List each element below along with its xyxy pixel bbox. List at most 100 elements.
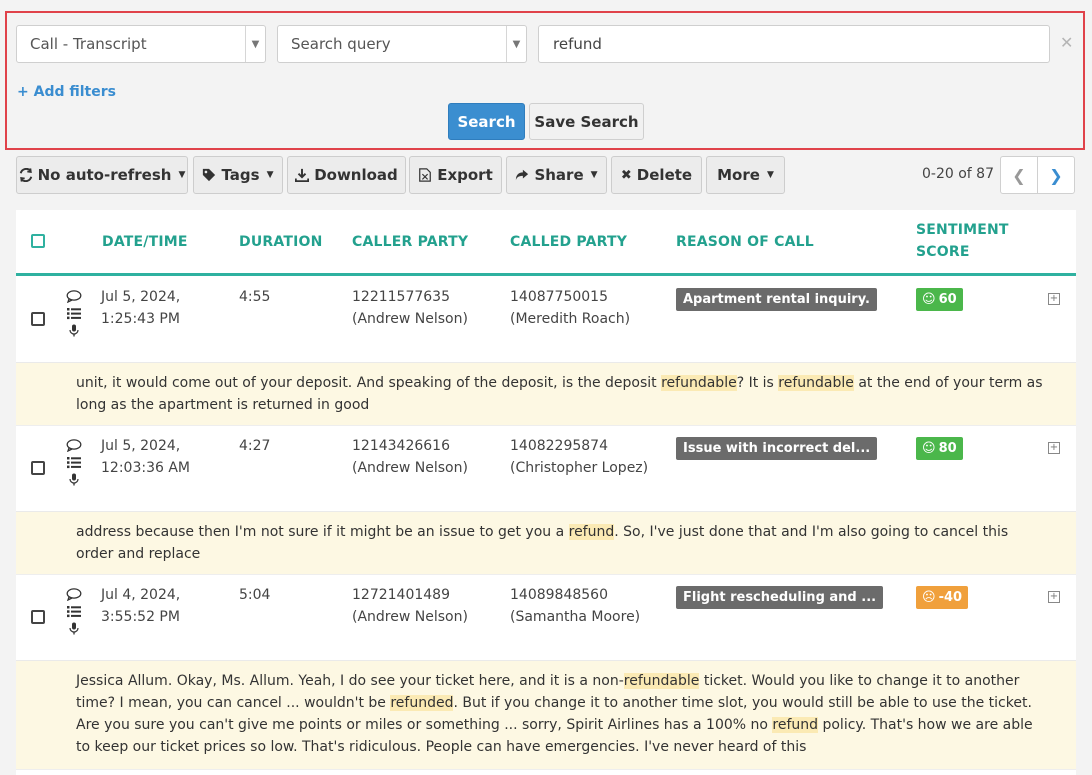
download-icon [295, 168, 310, 182]
table-row[interactable]: Jul 4, 2024, 3:55:52 PM 5:04 12721401489 (An… [16, 574, 1076, 661]
microphone-icon [69, 324, 79, 337]
table-header: DATE/TIME DURATION CALLER PARTY CALLED P… [16, 210, 1076, 276]
download-label: Download [314, 166, 398, 184]
expand-icon[interactable]: + [1048, 591, 1060, 603]
highlight-match: refundable [778, 375, 854, 391]
caret-down-icon: ▼ [178, 170, 186, 180]
add-filters-link[interactable]: + Add filters [17, 84, 116, 100]
caller-number: 12143426616 [352, 438, 450, 454]
auto-refresh-button[interactable]: No auto-refresh ▼ [16, 156, 188, 194]
sentiment-face-icon: ☺ [922, 292, 936, 307]
calls-table: DATE/TIME DURATION CALLER PARTY CALLED P… [16, 210, 1076, 775]
sentiment-face-icon: ☺ [922, 441, 936, 456]
called-number: 14082295874 [510, 438, 608, 454]
save-search-button[interactable]: Save Search [529, 103, 644, 140]
file-excel-icon [419, 168, 432, 182]
row-time: 12:03:36 AM [101, 460, 190, 476]
row-duration: 4:55 [239, 289, 271, 305]
sentiment-value: -40 [938, 590, 963, 605]
add-filters-label: Add filters [33, 84, 116, 100]
tag-icon [203, 168, 216, 182]
expand-icon[interactable]: + [1048, 442, 1060, 454]
header-duration[interactable]: DURATION [239, 234, 323, 250]
share-label: Share [534, 166, 584, 184]
reason-badge: Apartment rental inquiry. [676, 288, 877, 311]
next-page-button[interactable]: ❯ [1037, 156, 1075, 194]
search-panel: Call - Transcript ▼ Search query ▼ ✕ + A… [5, 11, 1085, 150]
more-button[interactable]: More ▼ [706, 156, 785, 194]
row-checkbox[interactable] [31, 610, 45, 624]
transcript-snippet: Jessica Allum. Okay, Ms. Allum. Yeah, I … [16, 661, 1076, 770]
delete-button[interactable]: ✖ Delete [611, 156, 702, 194]
snippet-text: ? It is [736, 375, 779, 391]
comment-icon [66, 439, 82, 452]
snippet-text: Jessica Allum. Okay, Ms. Allum. Yeah, I … [76, 673, 624, 689]
sentiment-face-icon: ☹ [922, 590, 936, 605]
row-date: Jul 4, 2024, [101, 587, 181, 603]
search-type-select[interactable]: Call - Transcript ▼ [16, 25, 266, 63]
search-input[interactable] [538, 25, 1050, 63]
caller-name: (Andrew Nelson) [352, 460, 468, 476]
row-datetime: Jul 5, 2024, 1:25:43 PM [101, 286, 180, 330]
row-checkbox[interactable] [31, 461, 45, 475]
table-row[interactable]: Jul 5, 2024, 12:03:36 AM 4:27 12143426616 (A… [16, 425, 1076, 512]
download-button[interactable]: Download [287, 156, 406, 194]
highlight-match: refund [772, 717, 819, 733]
header-sentiment-line1[interactable]: SENTIMENT [916, 222, 1009, 238]
row-icons [66, 290, 82, 341]
sentiment-badge: ☺ 60 [916, 288, 963, 311]
clear-icon[interactable]: ✕ [1060, 33, 1073, 52]
row-time: 3:55:52 PM [101, 609, 180, 625]
row-date: Jul 5, 2024, [101, 438, 181, 454]
table-row[interactable]: Jul 5, 2024, 1:25:43 PM 4:55 12211577635 (An… [16, 276, 1076, 363]
chevron-right-icon: ❯ [1049, 165, 1063, 185]
list-icon [67, 606, 81, 618]
search-field-value: Search query [291, 35, 391, 53]
share-button[interactable]: Share ▼ [506, 156, 607, 194]
header-caller-party[interactable]: CALLER PARTY [352, 234, 468, 250]
highlight-match: refund [568, 524, 615, 540]
expand-icon[interactable]: + [1048, 293, 1060, 305]
snippet-text: unit, it would come out of your deposit.… [76, 375, 662, 391]
row-called: 14087750015 (Meredith Roach) [510, 286, 630, 330]
caller-name: (Andrew Nelson) [352, 609, 468, 625]
tags-button[interactable]: Tags ▼ [193, 156, 283, 194]
header-reason[interactable]: REASON OF CALL [676, 234, 814, 250]
more-label: More [717, 166, 760, 184]
export-button[interactable]: Export [409, 156, 502, 194]
caller-name: (Andrew Nelson) [352, 311, 468, 327]
snippet-text: address because then I'm not sure if it … [76, 524, 569, 540]
plus-icon: + [17, 84, 29, 100]
row-duration: 5:04 [239, 587, 271, 603]
close-icon: ✖ [620, 167, 632, 183]
search-field-select[interactable]: Search query ▼ [277, 25, 527, 63]
reason-badge: Flight rescheduling and ... [676, 586, 884, 609]
sentiment-value: 80 [938, 441, 957, 456]
search-type-value: Call - Transcript [30, 35, 147, 53]
highlight-match: refundable [623, 673, 700, 689]
header-sentiment-line2[interactable]: SCORE [916, 244, 970, 260]
tags-label: Tags [221, 166, 260, 184]
row-checkbox[interactable] [31, 312, 45, 326]
list-icon [67, 308, 81, 320]
row-called: 14089848560 (Samantha Moore) [510, 584, 640, 628]
refresh-icon [19, 168, 32, 182]
microphone-icon [69, 622, 79, 635]
called-name: (Christopher Lopez) [510, 460, 649, 476]
prev-page-button[interactable]: ❮ [1000, 156, 1038, 194]
row-caller: 12143426616 (Andrew Nelson) [352, 435, 468, 479]
row-time: 1:25:43 PM [101, 311, 180, 327]
highlight-match: refundable [661, 375, 737, 391]
row-caller: 12721401489 (Andrew Nelson) [352, 584, 468, 628]
select-all-checkbox[interactable] [31, 234, 45, 248]
row-datetime: Jul 4, 2024, 3:55:52 PM [101, 584, 180, 628]
caret-down-icon: ▼ [266, 170, 274, 180]
header-called-party[interactable]: CALLED PARTY [510, 234, 627, 250]
caret-down-icon: ▼ [766, 170, 774, 180]
transcript-snippet: address because then I'm not sure if it … [16, 512, 1076, 575]
caller-number: 12211577635 [352, 289, 450, 305]
sentiment-badge: ☹ -40 [916, 586, 969, 609]
header-datetime[interactable]: DATE/TIME [102, 234, 188, 250]
search-button[interactable]: Search [448, 103, 525, 140]
row-datetime: Jul 5, 2024, 12:03:36 AM [101, 435, 190, 479]
